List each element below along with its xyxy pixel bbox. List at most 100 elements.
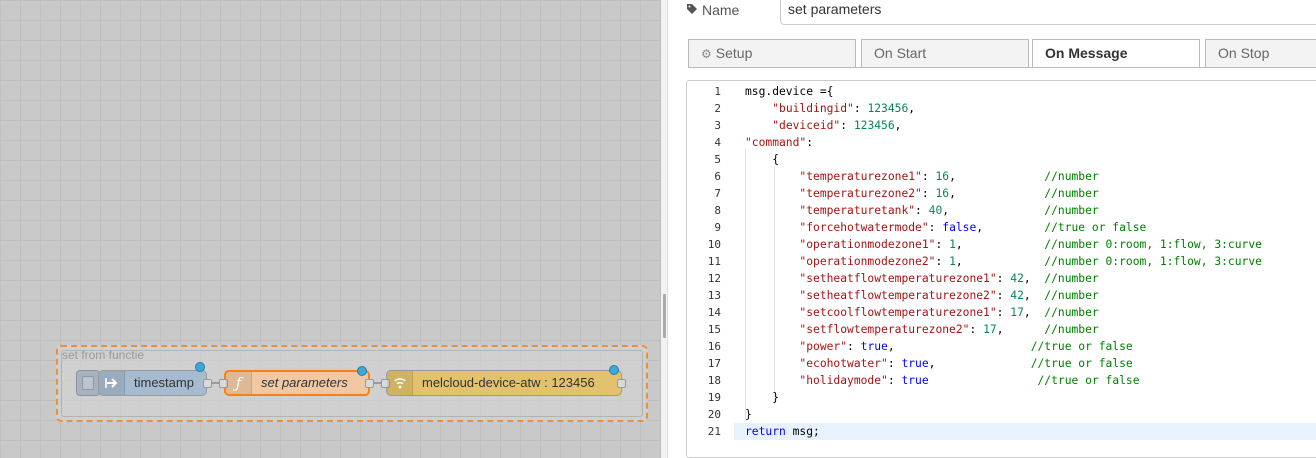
name-label-container: Name	[686, 2, 739, 18]
node-label-melcloud: melcloud-device-atw : 123456	[422, 375, 595, 390]
line-number: 13	[707, 289, 721, 302]
code-line[interactable]: }	[745, 406, 752, 423]
code-token: 123456	[853, 119, 895, 132]
changed-indicator-dot	[195, 362, 205, 372]
code-editor[interactable]: 1 2 3 4 5 6 7 8 9 10 11 12 13 14 15 16 17 18 19 20 21 msg.de…	[686, 80, 1316, 458]
function-icon: ƒ	[226, 372, 252, 394]
tab-on-stop[interactable]: On Stop	[1205, 39, 1316, 67]
code-line[interactable]: "buildingid": 123456,	[745, 100, 915, 117]
tab-label: On Stop	[1218, 45, 1270, 61]
code-token: :	[928, 221, 943, 234]
node-label-timestamp: timestamp	[134, 375, 194, 390]
code-token: :	[921, 187, 936, 200]
name-label: Name	[702, 2, 740, 18]
code-line[interactable]: {	[745, 151, 779, 168]
code-line[interactable]: "operationmodezone2": 1, //number 0:room…	[745, 253, 1262, 270]
code-token: "ecohotwater"	[799, 357, 888, 370]
code-token: :	[887, 357, 902, 370]
line-number: 15	[707, 323, 721, 336]
code-token: //number	[1044, 323, 1099, 336]
code-line[interactable]: }	[745, 389, 779, 406]
code-token: :	[887, 374, 902, 387]
tab-label: On Message	[1045, 45, 1128, 61]
code-token: "deviceid"	[772, 119, 841, 132]
code-line[interactable]: "temperaturetank": 40, //number	[745, 202, 1098, 219]
code-line[interactable]: "temperaturezone2": 16, //number	[745, 185, 1098, 202]
line-number: 11	[707, 255, 721, 268]
tab-setup[interactable]: ⚙ Setup	[688, 39, 856, 67]
code-token: //number	[1044, 289, 1099, 302]
code-token: msg;	[785, 425, 820, 438]
code-line[interactable]: "setheatflowtemperaturezone2": 42, //num…	[745, 287, 1099, 304]
code-token: :	[806, 136, 814, 149]
code-line[interactable]: "forcehotwatermode": false, //true or fa…	[745, 219, 1146, 236]
panel-splitter[interactable]	[660, 0, 668, 458]
code-token: :	[921, 170, 936, 183]
code-line[interactable]: "temperaturezone1": 16, //number	[745, 168, 1099, 185]
code-token: //true or false	[1030, 357, 1133, 370]
code-line[interactable]: msg.device ={	[745, 83, 833, 100]
line-number: 8	[714, 204, 721, 217]
code-token: :	[847, 340, 861, 353]
node-label-function: set parameters	[261, 375, 348, 390]
output-port[interactable]	[617, 379, 626, 388]
code-token: "setheatflowtemperaturezone2"	[799, 289, 997, 302]
code-token: true	[860, 340, 888, 353]
code-line[interactable]: "setflowtemperaturezone2": 17, //number	[745, 321, 1099, 338]
wifi-icon	[387, 371, 413, 395]
line-number: 3	[714, 119, 721, 132]
code-token: //number	[1044, 170, 1099, 183]
code-token: msg.device ={	[745, 85, 834, 98]
output-port[interactable]	[203, 379, 212, 388]
code-token: :	[996, 289, 1011, 302]
code-line[interactable]: "command":	[745, 134, 813, 151]
code-token: ,	[1023, 306, 1045, 319]
line-number: 19	[707, 391, 721, 404]
output-port[interactable]	[365, 379, 374, 388]
changed-indicator-dot	[357, 366, 367, 376]
code-line[interactable]: return msg;	[734, 423, 1316, 440]
inject-trigger-button[interactable]	[76, 370, 100, 396]
tab-on-message[interactable]: On Message	[1032, 39, 1200, 68]
melcloud-device-node[interactable]: melcloud-device-atw : 123456	[381, 365, 626, 396]
code-token: ,	[1023, 289, 1045, 302]
timestamp-node[interactable]: timestamp	[98, 370, 212, 396]
code-token: :	[996, 272, 1011, 285]
code-line[interactable]: "holidaymode": true //true or false	[745, 372, 1139, 389]
splitter-grip[interactable]	[663, 294, 666, 338]
code-token: ,	[949, 187, 1045, 200]
code-token: ,	[1023, 272, 1045, 285]
name-row: Name set parameters	[668, 0, 1316, 30]
code-token: "operationmodezone2"	[799, 255, 936, 268]
code-line[interactable]: "power": true, //true or false	[745, 338, 1133, 355]
code-token: //true or false	[1030, 340, 1133, 353]
code-token: ,	[955, 238, 1045, 251]
line-number-gutter: 1 2 3 4 5 6 7 8 9 10 11 12 13 14 15 16 17 18 19 20 21	[687, 81, 733, 457]
function-node[interactable]: ƒ set parameters	[219, 366, 374, 396]
code-token: ,	[928, 357, 1031, 370]
code-line[interactable]: "setheatflowtemperaturezone1": 42, //num…	[745, 270, 1098, 287]
code-token: }	[745, 408, 752, 421]
code-token: :	[935, 238, 950, 251]
code-line[interactable]: "setcoolflowtemperaturezone1": 17, //num…	[745, 304, 1098, 321]
code-token: "forcehotwatermode"	[799, 221, 929, 234]
line-number: 20	[707, 408, 721, 421]
code-line[interactable]: "deviceid": 123456,	[745, 117, 901, 134]
code-line[interactable]: "operationmodezone1": 1, //number 0:room…	[745, 236, 1262, 253]
name-input[interactable]: set parameters	[780, 0, 1316, 25]
tab-on-start[interactable]: On Start	[861, 39, 1029, 67]
line-number: 16	[707, 340, 721, 353]
code-line[interactable]: "ecohotwater": true, //true or false	[745, 355, 1133, 372]
code-token: ,	[942, 204, 1045, 217]
flow-canvas[interactable]: set from functie timestamp ƒ set paramet…	[0, 0, 660, 458]
code-token: //number 0:room, 1:flow, 3:curve	[1044, 238, 1262, 251]
